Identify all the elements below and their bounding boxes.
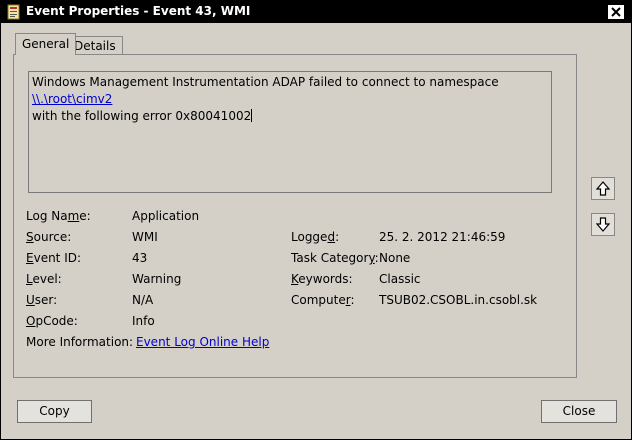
description-text: Windows Management Instrumentation ADAP … xyxy=(32,75,499,89)
opcode-label: OpCode: xyxy=(26,314,78,328)
logged-label: Logged: xyxy=(291,230,340,244)
close-button-label: Close xyxy=(562,404,596,418)
namespace-link[interactable]: \\.\root\cimv2 xyxy=(32,92,112,106)
copy-button-label: Copy xyxy=(39,404,70,418)
level-label: Level: xyxy=(26,272,62,286)
task-category-label: Task Category: xyxy=(291,251,379,265)
event-id-label: Event ID: xyxy=(26,251,82,265)
user-label: User: xyxy=(26,293,58,307)
event-properties-window: Event Properties - Event 43, WMI General… xyxy=(0,0,632,440)
more-info-label: More Information: xyxy=(26,335,134,349)
opcode-value: Info xyxy=(132,314,155,328)
computer-value: TSUB02.CSOBL.in.csobl.sk xyxy=(379,293,538,307)
title-bar[interactable]: Event Properties - Event 43, WMI xyxy=(1,1,631,23)
description-error-text: with the following error 0x80041002 xyxy=(32,109,252,123)
keywords-value: Classic xyxy=(379,272,421,286)
window-title: Event Properties - Event 43, WMI xyxy=(26,4,251,18)
keywords-label: Keywords: xyxy=(291,272,353,286)
source-label: Source: xyxy=(26,230,72,244)
close-x-icon xyxy=(611,7,621,17)
arrow-down-icon xyxy=(596,217,610,232)
tab-general[interactable]: General xyxy=(15,33,77,55)
arrow-up-icon xyxy=(596,181,610,196)
event-log-online-help-link[interactable]: Event Log Online Help xyxy=(136,335,269,349)
close-window-button[interactable] xyxy=(607,4,625,20)
event-id-value: 43 xyxy=(132,251,148,265)
next-event-button[interactable] xyxy=(591,213,615,236)
user-value: N/A xyxy=(132,293,154,307)
close-button[interactable]: Close xyxy=(541,400,617,423)
text-caret xyxy=(251,109,253,122)
logged-value: 25. 2. 2012 21:46:59 xyxy=(379,230,506,244)
log-name-value: Application xyxy=(132,209,200,223)
source-value: WMI xyxy=(132,230,158,244)
task-category-value: None xyxy=(379,251,411,265)
event-description-box[interactable]: Windows Management Instrumentation ADAP … xyxy=(28,71,552,193)
event-viewer-icon xyxy=(6,4,22,20)
computer-label: Computer: xyxy=(291,293,355,307)
copy-button[interactable]: Copy xyxy=(17,400,92,423)
level-value: Warning xyxy=(132,272,182,286)
previous-event-button[interactable] xyxy=(591,177,615,200)
log-name-label: Log Name: xyxy=(26,209,91,223)
